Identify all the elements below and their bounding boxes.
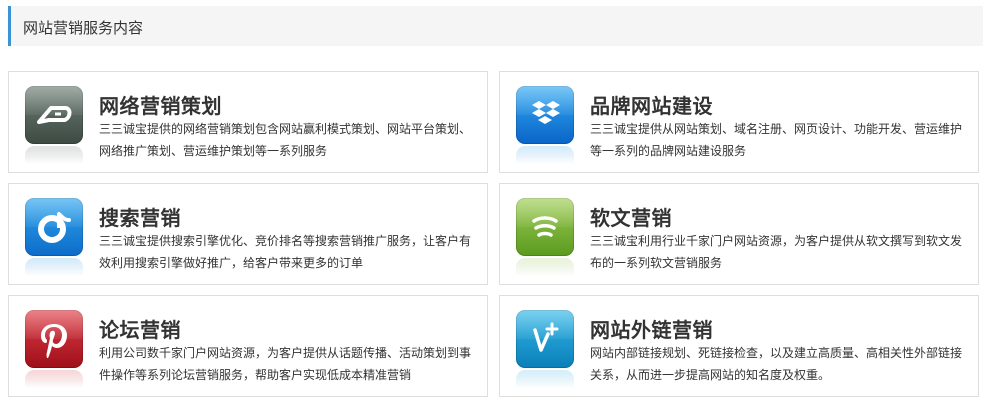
service-icon-wrap <box>25 310 83 390</box>
service-icon-wrap <box>516 310 574 390</box>
service-description: 网站内部链接规划、死链接检查，以及建立高质量、高相关性外部链接关系，从而进一步提… <box>590 346 963 382</box>
service-card-search[interactable]: 搜索营销 三三诚宝提供搜索引擎优化、竞价排名等搜索营销推广服务，让客户有效利用搜… <box>8 183 488 285</box>
service-card-forum[interactable]: 论坛营销 利用公司数千家门户网站资源，为客户提供从话题传播、活动策划到事件操作等… <box>8 295 488 397</box>
service-icon-wrap <box>25 86 83 166</box>
section-header: 网站营销服务内容 <box>8 6 983 46</box>
dropbox-icon <box>516 86 574 144</box>
service-title: 搜索营销 <box>99 206 181 230</box>
service-icon-wrap <box>516 86 574 166</box>
service-card-strategy[interactable]: 网络营销策划 三三诚宝提供的网络营销策划包含网站赢利模式策划、网站平台策划、网络… <box>8 71 488 173</box>
service-description: 三三诚宝提供搜索引擎优化、竞价排名等搜索营销推广服务，让客户有效利用搜索引擎做好… <box>99 234 472 270</box>
icon-reflection <box>25 370 83 388</box>
service-description: 三三诚宝提供的网络营销策划包含网站赢利模式策划、网站平台策划、网络推广策划、营运… <box>99 122 472 158</box>
section-title: 网站营销服务内容 <box>23 19 144 37</box>
service-title: 论坛营销 <box>99 318 181 342</box>
service-card-softtext[interactable]: 软文营销 三三诚宝利用行业千家门户网站资源，为客户提供从软文撰写到软文发布的一系… <box>499 183 979 285</box>
deviantart-icon <box>25 86 83 144</box>
service-icon-wrap <box>516 198 574 278</box>
service-icon-wrap <box>25 198 83 278</box>
service-description: 利用公司数千家门户网站资源，为客户提供从话题传播、活动策划到事件操作等系列论坛营… <box>99 346 472 382</box>
icon-reflection <box>516 370 574 388</box>
service-title: 网络营销策划 <box>99 94 222 118</box>
service-description: 三三诚宝提供从网站策划、域名注册、网页设计、功能开发、营运维护等一系列的品牌网站… <box>590 122 963 158</box>
service-title: 品牌网站建设 <box>590 94 713 118</box>
icon-reflection <box>25 146 83 164</box>
service-title: 网站外链营销 <box>590 318 713 342</box>
service-card-backlinks[interactable]: 网站外链营销 网站内部链接规划、死链接检查，以及建立高质量、高相关性外部链接关系… <box>499 295 979 397</box>
service-card-brand-site[interactable]: 品牌网站建设 三三诚宝提供从网站策划、域名注册、网页设计、功能开发、营运维护等一… <box>499 71 979 173</box>
rdio-icon <box>25 198 83 256</box>
service-title: 软文营销 <box>590 206 672 230</box>
vine-plus-icon <box>516 310 574 368</box>
icon-reflection <box>516 146 574 164</box>
pinterest-icon <box>25 310 83 368</box>
forrst-icon <box>516 198 574 256</box>
service-description: 三三诚宝利用行业千家门户网站资源，为客户提供从软文撰写到软文发布的一系列软文营销… <box>590 234 963 270</box>
icon-reflection <box>516 258 574 276</box>
icon-reflection <box>25 258 83 276</box>
